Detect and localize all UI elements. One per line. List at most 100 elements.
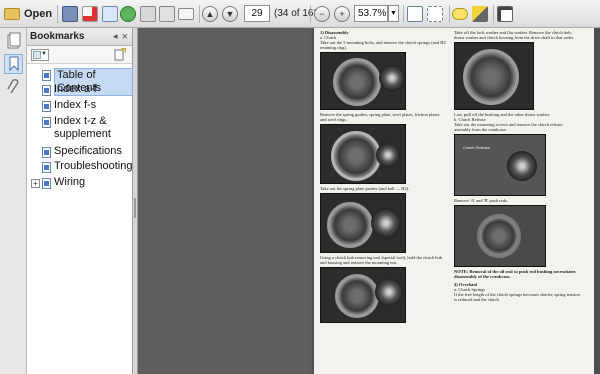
bookmark-label: Index t-z & supplement <box>54 115 111 140</box>
zoom-level-input[interactable]: 53.7% <box>354 5 388 22</box>
fit-width-icon <box>427 6 443 22</box>
bookmark-label: Index a-f <box>54 83 97 95</box>
toolbar-separator <box>199 5 200 23</box>
splitter-grip-icon <box>134 198 136 218</box>
note-text: NOTE: Removal of the oil seal so push ro… <box>454 269 576 279</box>
close-icon[interactable]: × <box>122 31 128 43</box>
clutch-plates-photo <box>320 124 406 184</box>
new-bookmark-icon <box>114 47 127 61</box>
bookmark-label: Specifications <box>54 145 122 157</box>
bookmark-page-icon <box>42 147 51 158</box>
page-right-column: Take off the lock washer and flat washer… <box>454 30 580 302</box>
printer-icon <box>159 6 175 22</box>
zoom-in-button[interactable]: + <box>334 4 350 24</box>
photo-caption: Remove 'A' and 'B' push rods. <box>454 198 508 203</box>
bookmark-wiring[interactable]: + Wiring <box>27 176 133 189</box>
highlighter-icon <box>472 6 488 22</box>
paperclip-icon <box>7 79 19 94</box>
main-toolbar: Open ▲ ▼ 29 (34 of 163) − + 53.7% ▼ <box>0 0 600 28</box>
save-button[interactable] <box>140 4 156 24</box>
paragraph: Take off the lock washer and flat washer… <box>454 30 574 40</box>
fit-page-icon <box>407 6 423 22</box>
fullscreen-icon <box>497 6 513 22</box>
share-button[interactable] <box>102 4 118 24</box>
photo-caption: Remove the spring guides, spring plate, … <box>320 112 440 122</box>
toolbar-separator <box>449 5 450 23</box>
next-page-button[interactable]: ▼ <box>222 4 238 24</box>
thrust-washer-photo <box>454 42 534 110</box>
pages-panel-button[interactable] <box>4 32 23 52</box>
toolbar-separator <box>310 5 311 23</box>
photo-label: Clutch Release <box>463 145 491 150</box>
attachments-panel-button[interactable] <box>4 78 23 98</box>
fit-page-button[interactable] <box>407 4 423 24</box>
pages-icon <box>7 32 21 49</box>
clutch-release-photo: Clutch Release <box>454 134 546 196</box>
arrow-down-icon: ▼ <box>222 6 238 22</box>
open-button[interactable]: Open <box>4 4 52 24</box>
paragraph: Take out the 5 mounting bolts, and remov… <box>320 40 446 50</box>
envelope-icon <box>178 8 194 20</box>
push-rods-photo <box>454 205 546 267</box>
bookmark-page-icon <box>42 101 51 112</box>
previous-page-button[interactable]: ▲ <box>202 4 218 24</box>
expand-plus-icon[interactable]: + <box>31 179 40 188</box>
print-button[interactable] <box>159 4 175 24</box>
bookmark-label: Index f-s <box>54 99 97 111</box>
photo-caption: Take out the spring plate pusher (and ba… <box>320 186 410 191</box>
navigation-rail <box>0 28 27 374</box>
bookmark-page-icon <box>42 117 51 128</box>
bookmark-specifications[interactable]: Specifications <box>27 145 133 158</box>
bookmark-index-f-s[interactable]: Index f-s <box>27 99 133 112</box>
bookmark-ribbon-icon <box>9 56 19 72</box>
print-settings-button[interactable] <box>62 4 78 24</box>
comment-button[interactable] <box>452 4 468 24</box>
bookmark-label: Troubleshooting <box>54 160 133 172</box>
save-disk-icon <box>140 6 156 22</box>
zoom-in-icon: + <box>334 6 350 22</box>
pdf-page: 1) Disassembly a. Clutch Take out the 5 … <box>314 28 594 374</box>
paragraph: If the free length of the clutch springs… <box>454 292 580 302</box>
chevron-down-icon: ▼ <box>390 10 397 17</box>
photo-caption: Using a clutch hub removing tool (specia… <box>320 255 442 265</box>
create-pdf-button[interactable] <box>82 4 98 24</box>
options-menu-button[interactable]: ▼ <box>31 49 49 61</box>
panel-menu-icon[interactable]: ◂ <box>113 31 118 42</box>
share-icon <box>102 6 118 22</box>
upload-icon <box>120 6 136 22</box>
highlight-button[interactable] <box>472 4 488 24</box>
new-bookmark-button[interactable] <box>114 47 127 61</box>
clutch-hub-photo <box>320 267 406 323</box>
bookmark-page-icon <box>42 85 51 96</box>
bookmark-page-icon <box>42 162 51 173</box>
paragraph: Take out the mounting screws and remove … <box>454 122 563 132</box>
bookmark-page-icon <box>42 70 51 81</box>
fit-width-button[interactable] <box>427 4 443 24</box>
page-number-input[interactable]: 29 <box>244 5 270 22</box>
bookmarks-panel-button[interactable] <box>4 54 23 74</box>
email-button[interactable] <box>178 4 194 24</box>
bookmark-troubleshooting[interactable]: Troubleshooting <box>27 160 133 173</box>
chevron-down-icon: ▼ <box>41 51 47 57</box>
upload-button[interactable] <box>120 4 136 24</box>
fullscreen-button[interactable] <box>497 4 513 24</box>
clutch-photo <box>320 52 406 110</box>
settings-gear-icon <box>62 6 78 22</box>
document-viewport[interactable]: 1) Disassembly a. Clutch Take out the 5 … <box>138 28 600 374</box>
toolbar-separator <box>57 5 58 23</box>
vertical-scrollbar[interactable] <box>594 28 600 374</box>
zoom-out-icon: − <box>314 6 330 22</box>
open-folder-icon <box>4 8 20 20</box>
bookmarks-panel-header: Bookmarks ◂ × <box>27 28 132 46</box>
zoom-out-button[interactable]: − <box>314 4 330 24</box>
toolbar-separator <box>493 5 494 23</box>
spring-plate-photo <box>320 193 406 253</box>
bookmark-index-a-f[interactable]: Index a-f <box>27 83 133 96</box>
arrow-up-icon: ▲ <box>202 6 218 22</box>
open-label: Open <box>24 8 53 20</box>
bookmark-index-t-z-supplement[interactable]: Index t-z & supplement <box>27 115 127 141</box>
bookmark-label: Wiring <box>54 176 86 188</box>
toolbar-separator <box>403 5 404 23</box>
zoom-dropdown-button[interactable]: ▼ <box>388 5 399 22</box>
options-list-icon <box>33 51 41 59</box>
